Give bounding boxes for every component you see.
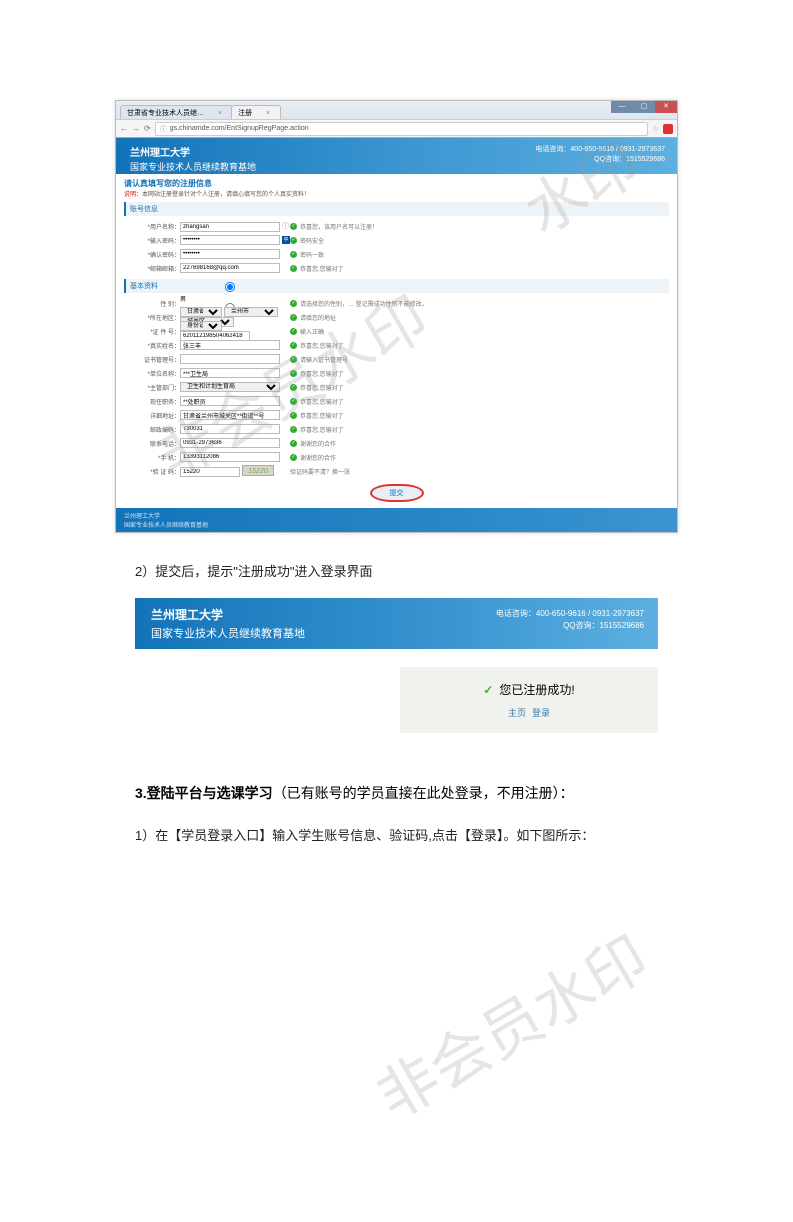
account-input-3[interactable]	[180, 263, 280, 273]
ok-icon: ✓	[290, 384, 297, 391]
globe-icon: ⓘ	[160, 124, 167, 134]
reload-icon[interactable]: ⟳	[144, 124, 151, 133]
text-input-11[interactable]	[180, 452, 280, 462]
account-input-0[interactable]	[180, 222, 280, 232]
site-footer: 兰州理工大学 国家专业技术人员继续教育基地	[116, 508, 677, 532]
browser-tab-1[interactable]: 甘肃省专业技术人员继…×	[120, 105, 233, 119]
extension-icon[interactable]	[663, 124, 673, 134]
ok-icon: ✓	[290, 454, 297, 461]
idtype-select[interactable]: 身份证	[180, 321, 222, 331]
home-link[interactable]: 主页	[508, 708, 526, 718]
close-icon[interactable]: ×	[218, 110, 222, 117]
captcha-image[interactable]: 15220	[242, 465, 274, 476]
city-select[interactable]: 兰州市	[224, 307, 278, 317]
captcha-input[interactable]	[180, 467, 240, 477]
close-button[interactable]: ✕	[655, 101, 677, 113]
province-select[interactable]: 甘肃省	[180, 307, 222, 317]
ok-icon: ✓	[290, 223, 297, 230]
submit-button[interactable]: 提交	[370, 484, 424, 502]
watermark-icon: 非会员水印	[358, 911, 661, 1136]
section-account: 账号信息	[124, 202, 669, 216]
success-text: 您已注册成功!	[499, 683, 574, 697]
browser-tab-2[interactable]: 注册×	[231, 105, 281, 119]
text-input-8[interactable]	[180, 410, 280, 420]
ok-icon: ✓	[290, 412, 297, 419]
ok-icon: ✓	[290, 314, 297, 321]
gender-male[interactable]	[180, 282, 280, 292]
text-input-10[interactable]	[180, 438, 280, 448]
minimize-button[interactable]: —	[611, 101, 633, 113]
ok-icon: ✓	[290, 356, 297, 363]
close-icon[interactable]: ×	[266, 110, 270, 117]
ok-icon: ✓	[290, 328, 297, 335]
step-2-text: 2）提交后，提示"注册成功"进入登录界面	[135, 561, 773, 580]
screenshot-1: 甘肃省专业技术人员继…× 注册× — ▢ ✕ ← → ⟳ ⓘgs.chinamd…	[115, 100, 678, 533]
account-input-2[interactable]	[180, 249, 280, 259]
login-link[interactable]: 登录	[532, 708, 550, 718]
text-input-7[interactable]	[180, 396, 280, 406]
ok-icon: ✓	[290, 398, 297, 405]
text-input-3[interactable]	[180, 340, 280, 350]
ok-icon: ✓	[290, 300, 297, 307]
account-input-1[interactable]	[180, 235, 280, 245]
ok-icon: ✓	[290, 440, 297, 447]
address-bar[interactable]: ⓘgs.chinamde.com/EntSignupRegPage.action	[155, 122, 648, 136]
step-3-text: 1）在【学员登录入口】输入学生账号信息、验证码,点击【登录】。如下图所示：	[135, 825, 773, 844]
ok-icon: ✓	[290, 342, 297, 349]
check-icon: ✓	[483, 683, 493, 697]
forward-icon[interactable]: →	[132, 124, 140, 133]
dept-select[interactable]: 卫生和计划生育局	[180, 382, 280, 392]
ok-icon: ✓	[290, 237, 297, 244]
ok-icon: ✓	[290, 426, 297, 433]
maximize-button[interactable]: ▢	[633, 101, 655, 113]
ok-icon: ✓	[290, 251, 297, 258]
back-icon[interactable]: ←	[120, 124, 128, 133]
screenshot-2-header: 兰州理工大学 国家专业技术人员继续教育基地 电话咨询：400-650-9616 …	[135, 598, 658, 649]
contact-qq: QQ咨询：1515529686	[535, 155, 665, 165]
form-title: 请认真填写您的注册信息	[124, 178, 669, 189]
browser-chrome: 甘肃省专业技术人员继…× 注册× — ▢ ✕ ← → ⟳ ⓘgs.chinamd…	[116, 101, 677, 138]
ok-icon: ✓	[290, 265, 297, 272]
contact-phone: 电话咨询：400-650-9616 / 0931-2973637	[535, 145, 665, 155]
success-panel: ✓ 您已注册成功! 主页登录	[400, 667, 658, 733]
text-input-4[interactable]	[180, 354, 280, 364]
bookmark-icon[interactable]: ☆	[652, 124, 659, 133]
text-input-5[interactable]	[180, 368, 280, 378]
text-input-9[interactable]	[180, 424, 280, 434]
site-header: 兰州理工大学 国家专业技术人员继续教育基地 电话咨询：400-650-9616 …	[116, 138, 677, 174]
ok-icon: ✓	[290, 370, 297, 377]
section-3-title: 3.登陆平台与选课学习（已有账号的学员直接在此处登录，不用注册）：	[135, 783, 773, 803]
